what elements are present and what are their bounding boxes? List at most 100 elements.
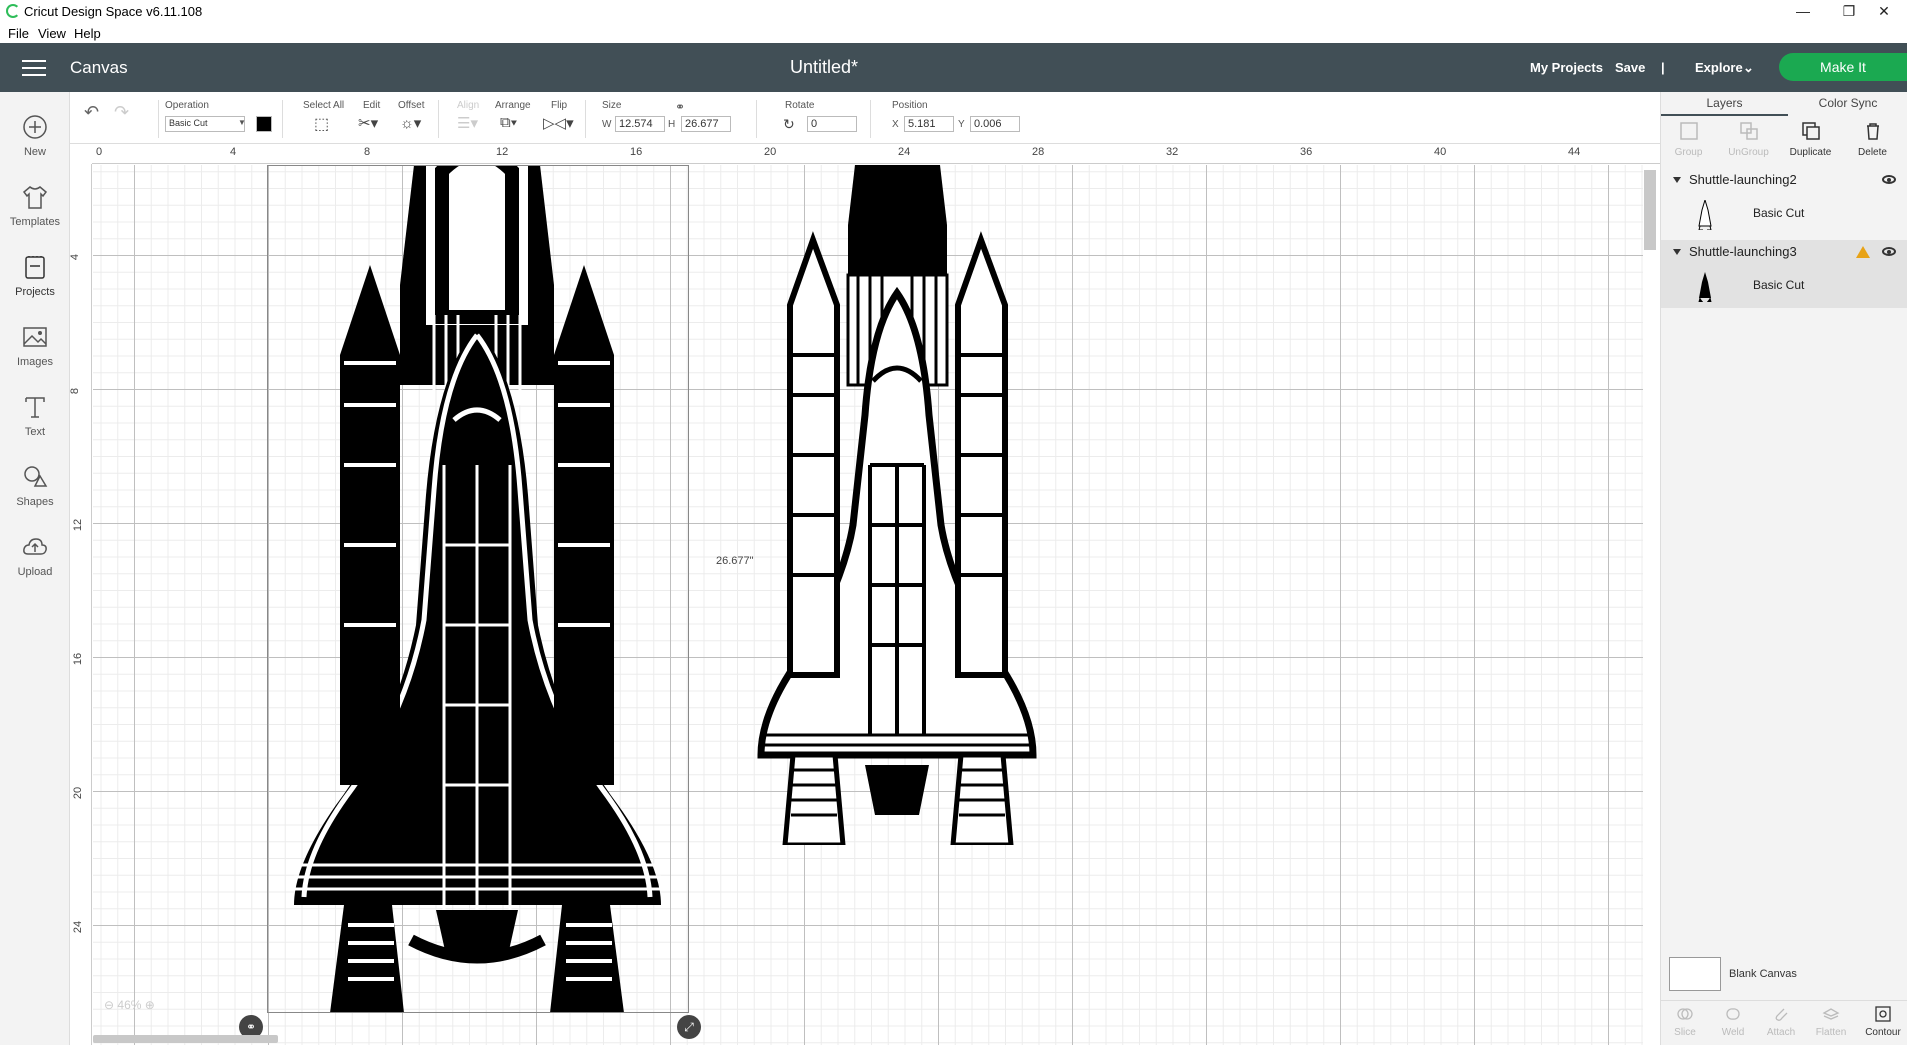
flip-icon[interactable]: ▷◁▾ — [543, 114, 574, 132]
align-label: Align — [457, 100, 480, 111]
eye-icon[interactable] — [1882, 247, 1896, 256]
select-all-icon[interactable]: ⬚ — [314, 114, 329, 134]
width-input[interactable]: 12.574 — [615, 116, 665, 132]
blank-canvas-row[interactable]: Blank Canvas — [1669, 957, 1797, 991]
plus-circle-icon — [23, 115, 47, 139]
ungroup-button[interactable]: UnGroup — [1721, 120, 1776, 158]
close-icon[interactable]: ✕ — [1861, 0, 1907, 22]
lock-icon[interactable]: ⚭ — [675, 100, 685, 114]
sidebar-item-projects[interactable]: Projects — [0, 244, 70, 304]
menu-view[interactable]: View — [38, 26, 66, 41]
layer-group-header[interactable]: Shuttle-launching3 — [1661, 240, 1907, 264]
x-label: X — [892, 119, 899, 130]
ruler-tick: 8 — [69, 387, 82, 395]
offset-icon[interactable]: ☼▾ — [400, 114, 421, 132]
ruler-tick: 12 — [72, 518, 85, 532]
explore-dropdown[interactable]: Explore — [1695, 60, 1743, 75]
design-canvas[interactable]: 26.677" ⚭ ⤢ — [93, 165, 1643, 1045]
contour-button[interactable]: Contour — [1859, 1005, 1907, 1038]
redo-icon[interactable]: ↷ — [114, 102, 129, 123]
sidebar-item-templates[interactable]: Templates — [0, 174, 70, 234]
sidebar-item-label: Projects — [15, 286, 55, 298]
rotate-input[interactable]: 0 — [807, 116, 857, 132]
layer-group-name: Shuttle-launching2 — [1689, 172, 1797, 187]
horizontal-scrollbar[interactable] — [93, 1035, 278, 1043]
save-button[interactable]: Save — [1615, 60, 1645, 75]
sidebar-item-label: New — [23, 146, 46, 158]
flatten-button[interactable]: Flatten — [1807, 1005, 1855, 1038]
eye-icon[interactable] — [1882, 175, 1896, 184]
arrange-icon[interactable]: ⧉▾ — [500, 114, 517, 131]
slice-label: Slice — [1674, 1027, 1696, 1038]
duplicate-button[interactable]: Duplicate — [1783, 120, 1838, 158]
selection-bounding-box[interactable] — [267, 165, 689, 1013]
group-label: Group — [1674, 147, 1703, 158]
cricut-logo-icon — [6, 4, 20, 18]
sidebar-item-images[interactable]: Images — [0, 314, 70, 374]
canvas-color-swatch[interactable] — [1669, 957, 1721, 991]
app-header: Canvas Untitled* My Projects Save | Expl… — [0, 43, 1907, 92]
menu-file[interactable]: File — [8, 26, 29, 41]
layer-group[interactable]: Shuttle-launching2 Basic Cut — [1661, 168, 1907, 236]
undo-icon[interactable]: ↶ — [84, 102, 99, 123]
resize-handle-icon[interactable]: ⤢ — [677, 1015, 701, 1039]
tab-color-sync[interactable]: Color Sync — [1788, 92, 1907, 116]
ruler-tick: 8 — [364, 146, 371, 158]
layer-group-header[interactable]: Shuttle-launching2 — [1661, 168, 1907, 192]
contour-label: Contour — [1865, 1027, 1901, 1038]
x-position-input[interactable]: 5.181 — [904, 116, 954, 132]
attach-button[interactable]: Attach — [1757, 1005, 1805, 1038]
sidebar-item-new[interactable]: New — [0, 104, 70, 164]
caret-down-icon[interactable] — [1673, 177, 1681, 183]
ruler-tick: 44 — [1568, 146, 1581, 158]
ruler-tick: 0 — [96, 146, 103, 158]
attach-label: Attach — [1766, 1027, 1796, 1038]
warning-icon[interactable] — [1856, 246, 1870, 258]
minimize-icon[interactable]: — — [1780, 0, 1826, 22]
delete-button[interactable]: Delete — [1845, 120, 1900, 158]
layer-group-name: Shuttle-launching3 — [1689, 244, 1797, 259]
tshirt-icon — [22, 186, 48, 209]
zoom-control[interactable]: ⊖ 46% ⊕ — [104, 998, 155, 1012]
layer-item[interactable]: Basic Cut — [1661, 192, 1907, 236]
edit-toolbar: ↶ ↷ Operation Basic Cut ▼ Select All ⬚ E… — [70, 92, 1660, 144]
group-button[interactable]: Group — [1661, 120, 1716, 158]
shuttle-launching2-image[interactable] — [725, 165, 1070, 845]
weld-button[interactable]: Weld — [1709, 1005, 1757, 1038]
operation-color-swatch[interactable] — [256, 116, 272, 132]
hamburger-menu-icon[interactable] — [22, 60, 46, 76]
my-projects-link[interactable]: My Projects — [1530, 60, 1603, 75]
make-it-button[interactable]: Make It — [1779, 53, 1907, 81]
slice-button[interactable]: Slice — [1661, 1005, 1709, 1038]
slice-icon — [1677, 1008, 1693, 1020]
layer-item-label: Basic Cut — [1753, 206, 1805, 220]
layer-item[interactable]: Basic Cut — [1661, 264, 1907, 308]
sidebar-item-label: Upload — [17, 566, 53, 578]
sidebar-item-text[interactable]: Text — [0, 384, 70, 444]
vertical-scrollbar[interactable] — [1644, 170, 1656, 250]
toolbar-divider — [585, 100, 586, 138]
ruler-tick: 16 — [630, 146, 643, 158]
vertical-ruler: 4 8 12 16 20 24 — [69, 164, 92, 1045]
select-all-label: Select All — [303, 100, 345, 111]
align-icon[interactable]: ☰▾ — [457, 114, 478, 132]
zoom-out-icon[interactable]: ⊖ — [104, 998, 114, 1012]
ruler-tick: 20 — [764, 146, 777, 158]
caret-down-icon[interactable] — [1673, 249, 1681, 255]
menubar: File View Help — [0, 22, 1907, 43]
chevron-down-icon[interactable]: ⌄ — [1743, 60, 1754, 76]
height-input[interactable]: 26.677 — [681, 116, 731, 132]
ungroup-icon — [1739, 122, 1758, 140]
operation-select[interactable]: Basic Cut — [165, 116, 245, 132]
y-position-input[interactable]: 0.006 — [970, 116, 1020, 132]
tab-layers[interactable]: Layers — [1661, 92, 1788, 116]
flatten-icon — [1822, 1008, 1840, 1020]
layer-group[interactable]: Shuttle-launching3 Basic Cut — [1661, 240, 1907, 308]
menu-help[interactable]: Help — [74, 26, 101, 41]
window-title: Cricut Design Space v6.11.108 — [24, 4, 203, 19]
sidebar-item-shapes[interactable]: Shapes — [0, 454, 70, 514]
zoom-in-icon[interactable]: ⊕ — [145, 998, 155, 1012]
scissors-icon[interactable]: ✂▾ — [358, 114, 378, 132]
window-titlebar: Cricut Design Space v6.11.108 — ❐ ✕ — [0, 0, 1907, 22]
sidebar-item-upload[interactable]: Upload — [0, 524, 70, 584]
